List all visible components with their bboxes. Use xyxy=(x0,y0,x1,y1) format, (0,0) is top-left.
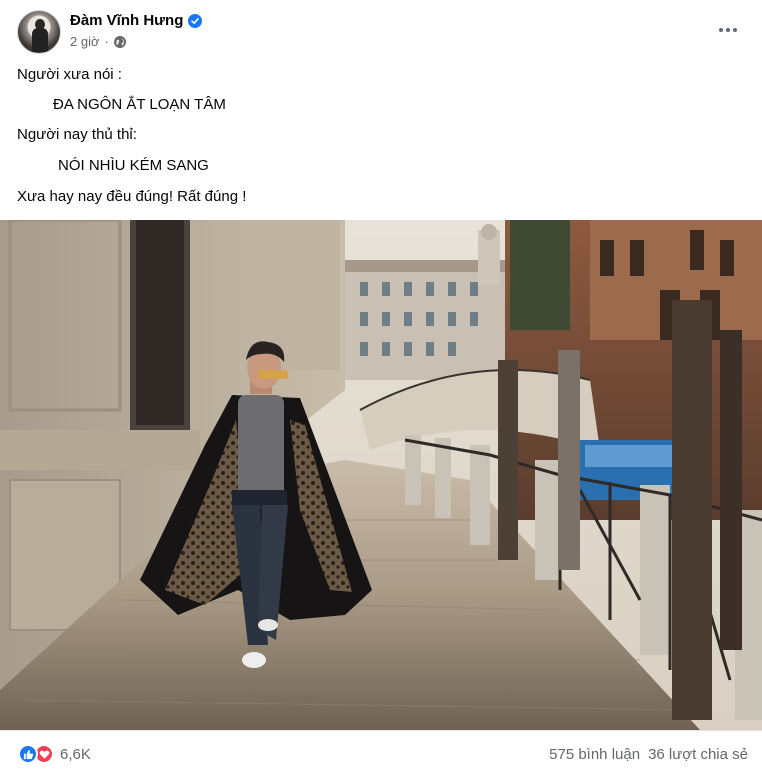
post-line: NÓI NHÌU KÉM SANG xyxy=(58,157,209,174)
author-row: Đàm Vĩnh Hưng xyxy=(70,12,203,29)
separator-dot: · xyxy=(104,34,109,49)
post-time[interactable]: 2 giờ xyxy=(70,34,100,49)
reactions-summary[interactable]: 6,6K xyxy=(18,744,91,764)
globe-icon xyxy=(113,35,126,48)
post-meta: 2 giờ · xyxy=(70,34,126,49)
avatar[interactable] xyxy=(17,10,61,54)
post-footer: 6,6K 575 bình luận 36 lượt chia sẻ xyxy=(0,730,762,775)
reaction-count: 6,6K xyxy=(60,745,91,763)
post-photo[interactable] xyxy=(0,220,762,730)
verified-badge-icon xyxy=(188,13,203,28)
post-line: Người xưa nói : xyxy=(17,66,122,83)
comments-count-link[interactable]: 575 bình luận xyxy=(549,746,640,763)
engagement-stats: 575 bình luận 36 lượt chia sẻ xyxy=(549,746,748,763)
post-header: Đàm Vĩnh Hưng 2 giờ · xyxy=(0,0,762,62)
venice-scene-illustration xyxy=(0,220,762,730)
post-line: Người nay thủ thỉ: xyxy=(17,126,137,143)
post-line: ĐA NGÔN ẮT LOẠN TÂM xyxy=(53,96,226,113)
more-options-icon[interactable] xyxy=(716,18,740,42)
shares-count-link[interactable]: 36 lượt chia sẻ xyxy=(648,746,748,763)
like-icon xyxy=(18,744,38,764)
facebook-post: Đàm Vĩnh Hưng 2 giờ · Người xưa nói : ĐA… xyxy=(0,0,762,775)
author-name[interactable]: Đàm Vĩnh Hưng xyxy=(70,12,183,29)
post-line: Xưa hay nay đều đúng! Rất đúng ! xyxy=(17,188,247,205)
